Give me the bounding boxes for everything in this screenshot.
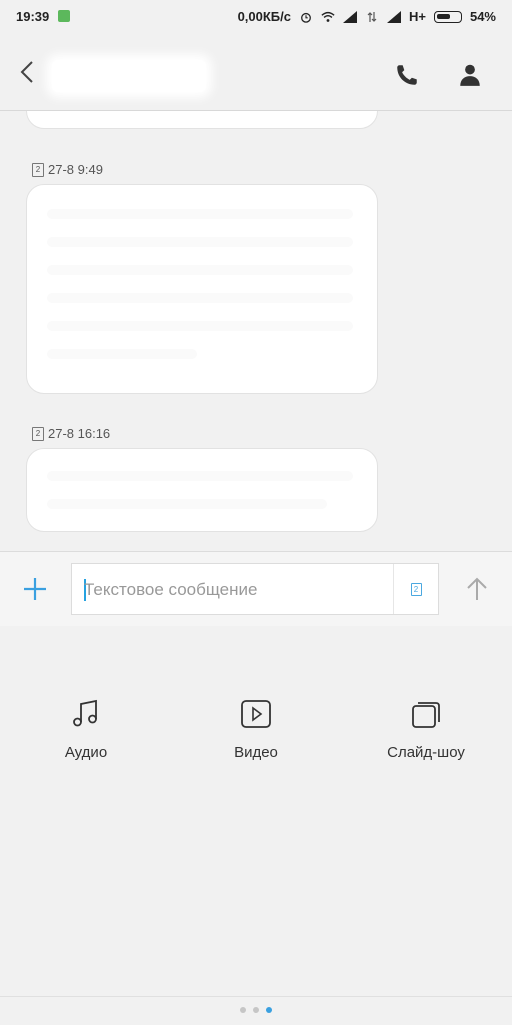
redacted-text [47, 209, 353, 219]
plus-icon[interactable] [20, 574, 50, 604]
battery-percent: 54% [469, 9, 496, 24]
attach-audio-label: Аудио [64, 744, 108, 761]
attach-video-button[interactable]: Видео [196, 698, 316, 761]
signal-icon [342, 10, 357, 23]
alarm-icon [301, 12, 311, 23]
network-speed: 0,00КБ/с [237, 9, 291, 24]
redacted-text [47, 321, 353, 331]
data-arrows-icon [367, 11, 377, 22]
status-bar: 19:39 0,00КБ/с H+ 54% [0, 0, 512, 34]
music-note-icon [73, 699, 97, 727]
page-dot[interactable] [253, 1007, 259, 1013]
attachment-panel: Аудио Видео Слайд-шоу [0, 626, 512, 996]
person-icon[interactable] [457, 62, 483, 88]
network-type: H+ [408, 9, 426, 24]
message-bubble[interactable] [26, 448, 378, 532]
message-bubble-previous[interactable] [26, 111, 378, 129]
attach-video-label: Видео [234, 744, 278, 761]
redacted-text [47, 265, 353, 275]
sim-icon: 2 [410, 582, 422, 596]
message-input-box[interactable]: 2 [71, 563, 439, 616]
attach-slideshow-label: Слайд-шоу [387, 744, 465, 761]
redacted-text [47, 293, 353, 303]
signal-icon-2 [386, 10, 401, 23]
message-bubble[interactable] [26, 184, 378, 394]
attach-slideshow-button[interactable]: Слайд-шоу [366, 698, 486, 761]
message-input[interactable] [82, 564, 386, 616]
phone-icon[interactable] [394, 62, 420, 88]
notification-icon [58, 10, 70, 22]
battery-icon [433, 10, 462, 23]
message-meta: 2 27-8 9:49 [32, 162, 103, 177]
sim-select-button[interactable]: 2 [393, 564, 438, 614]
attach-audio-button[interactable]: Аудио [26, 698, 146, 761]
wifi-icon [321, 11, 335, 22]
video-play-icon [241, 700, 271, 728]
redacted-text [47, 471, 353, 481]
message-timestamp: 27-8 9:49 [48, 162, 103, 177]
redacted-text [47, 499, 327, 509]
redacted-text [47, 349, 197, 359]
message-timestamp: 27-8 16:16 [48, 426, 111, 441]
message-composer: 2 [0, 551, 512, 627]
slideshow-icon [412, 702, 440, 728]
chevron-left-icon[interactable] [16, 58, 40, 86]
send-arrow-icon[interactable] [462, 574, 492, 604]
redacted-text [47, 237, 353, 247]
page-dot-active[interactable] [266, 1007, 272, 1013]
sim-icon: 2 [32, 426, 44, 441]
page-dot[interactable] [240, 1007, 246, 1013]
status-icons: 0,00КБ/с H+ 54% [238, 9, 496, 24]
message-meta: 2 27-8 16:16 [32, 426, 110, 441]
conversation-header [0, 34, 512, 111]
clock: 19:39 [16, 9, 50, 24]
message-thread[interactable]: 2 27-8 9:49 2 27-8 16:16 [0, 111, 512, 551]
contact-name [52, 60, 206, 92]
sim-icon: 2 [32, 162, 44, 177]
page-indicator [0, 996, 512, 1025]
